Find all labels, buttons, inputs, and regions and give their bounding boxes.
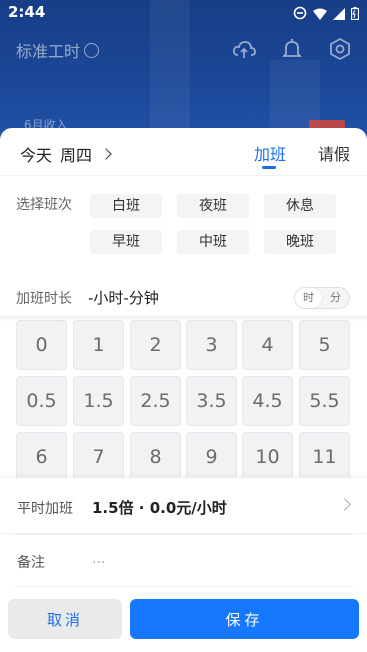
dnd-icon bbox=[293, 5, 307, 24]
app-title[interactable]: 标准工时 bbox=[16, 38, 100, 62]
key-3-5[interactable]: 3.5 bbox=[186, 376, 237, 426]
key-7[interactable]: 7 bbox=[73, 432, 124, 478]
date-weekday: 周四 bbox=[60, 146, 93, 165]
tab-overtime[interactable]: 加班 bbox=[254, 141, 286, 165]
shift-option-rest[interactable]: 休息 bbox=[264, 194, 336, 218]
wifi-icon bbox=[313, 5, 327, 24]
unit-hour[interactable]: 时 bbox=[295, 288, 322, 308]
shift-option-night[interactable]: 夜班 bbox=[177, 194, 249, 218]
shift-section: 选择班次 白班 夜班 休息 早班 中班 晚班 bbox=[0, 176, 367, 276]
unit-minute[interactable]: 分 bbox=[322, 288, 349, 308]
tab-leave[interactable]: 请假 bbox=[318, 141, 350, 165]
divider bbox=[14, 586, 353, 587]
overtime-rate-label: 平时加班 bbox=[17, 501, 73, 517]
duration-keypad: 0 1 2 3 4 5 0.5 1.5 2.5 3.5 4.5 5.5 6 7 … bbox=[0, 318, 367, 478]
sheet-header: 今天 周四 加班 请假 bbox=[0, 128, 367, 176]
bell-icon[interactable] bbox=[279, 36, 305, 62]
key-2[interactable]: 2 bbox=[130, 320, 181, 370]
shift-option-day[interactable]: 白班 bbox=[90, 194, 162, 218]
unit-toggle[interactable]: 时 分 bbox=[294, 287, 350, 309]
key-10[interactable]: 10 bbox=[242, 432, 293, 478]
app-title-text: 标准工时 bbox=[16, 42, 81, 61]
status-time: 2:44 bbox=[8, 3, 46, 21]
key-0[interactable]: 0 bbox=[16, 320, 67, 370]
date-today: 今天 bbox=[20, 146, 53, 165]
divider bbox=[14, 534, 353, 535]
keypad-top-shadow bbox=[0, 316, 367, 322]
save-button[interactable]: 保存 bbox=[130, 599, 359, 639]
settings-icon[interactable] bbox=[327, 36, 353, 62]
duration-value: -小时-分钟 bbox=[88, 289, 159, 307]
key-6[interactable]: 6 bbox=[16, 432, 67, 478]
header-actions bbox=[231, 36, 353, 62]
duration-row: 加班时长 -小时-分钟 时 分 bbox=[0, 280, 367, 316]
note-label: 备注 bbox=[17, 555, 45, 571]
shift-option-middle[interactable]: 中班 bbox=[177, 230, 249, 254]
battery-icon bbox=[350, 5, 360, 24]
tab-active-indicator bbox=[262, 166, 276, 169]
status-bar: 2:44 bbox=[0, 0, 367, 26]
bottom-panel: 平时加班 1.5倍 · 0.0元/小时 备注 取消 保存 bbox=[0, 478, 367, 652]
signal-icon bbox=[333, 5, 345, 24]
overtime-rate-value: 1.5倍 · 0.0元/小时 bbox=[92, 499, 227, 517]
key-4-5[interactable]: 4.5 bbox=[242, 376, 293, 426]
key-11[interactable]: 11 bbox=[299, 432, 350, 478]
date-selector[interactable]: 今天 周四 bbox=[20, 142, 112, 166]
cloud-upload-icon[interactable] bbox=[231, 36, 257, 62]
key-1[interactable]: 1 bbox=[73, 320, 124, 370]
note-input[interactable] bbox=[92, 546, 342, 572]
key-4[interactable]: 4 bbox=[242, 320, 293, 370]
key-9[interactable]: 9 bbox=[186, 432, 237, 478]
key-8[interactable]: 8 bbox=[130, 432, 181, 478]
key-0-5[interactable]: 0.5 bbox=[16, 376, 67, 426]
cancel-button[interactable]: 取消 bbox=[8, 599, 122, 639]
status-icons bbox=[293, 5, 360, 24]
shift-option-evening[interactable]: 晚班 bbox=[264, 230, 336, 254]
shift-option-morning[interactable]: 早班 bbox=[90, 230, 162, 254]
key-5-5[interactable]: 5.5 bbox=[299, 376, 350, 426]
key-1-5[interactable]: 1.5 bbox=[73, 376, 124, 426]
switch-icon bbox=[84, 42, 100, 58]
chevron-right-icon bbox=[338, 498, 351, 511]
key-5[interactable]: 5 bbox=[299, 320, 350, 370]
key-2-5[interactable]: 2.5 bbox=[130, 376, 181, 426]
overtime-rate-row[interactable]: 平时加班 1.5倍 · 0.0元/小时 bbox=[0, 478, 367, 534]
duration-label: 加班时长 bbox=[16, 291, 72, 307]
chevron-right-icon bbox=[100, 148, 112, 160]
key-3[interactable]: 3 bbox=[186, 320, 237, 370]
shift-label: 选择班次 bbox=[16, 197, 72, 213]
